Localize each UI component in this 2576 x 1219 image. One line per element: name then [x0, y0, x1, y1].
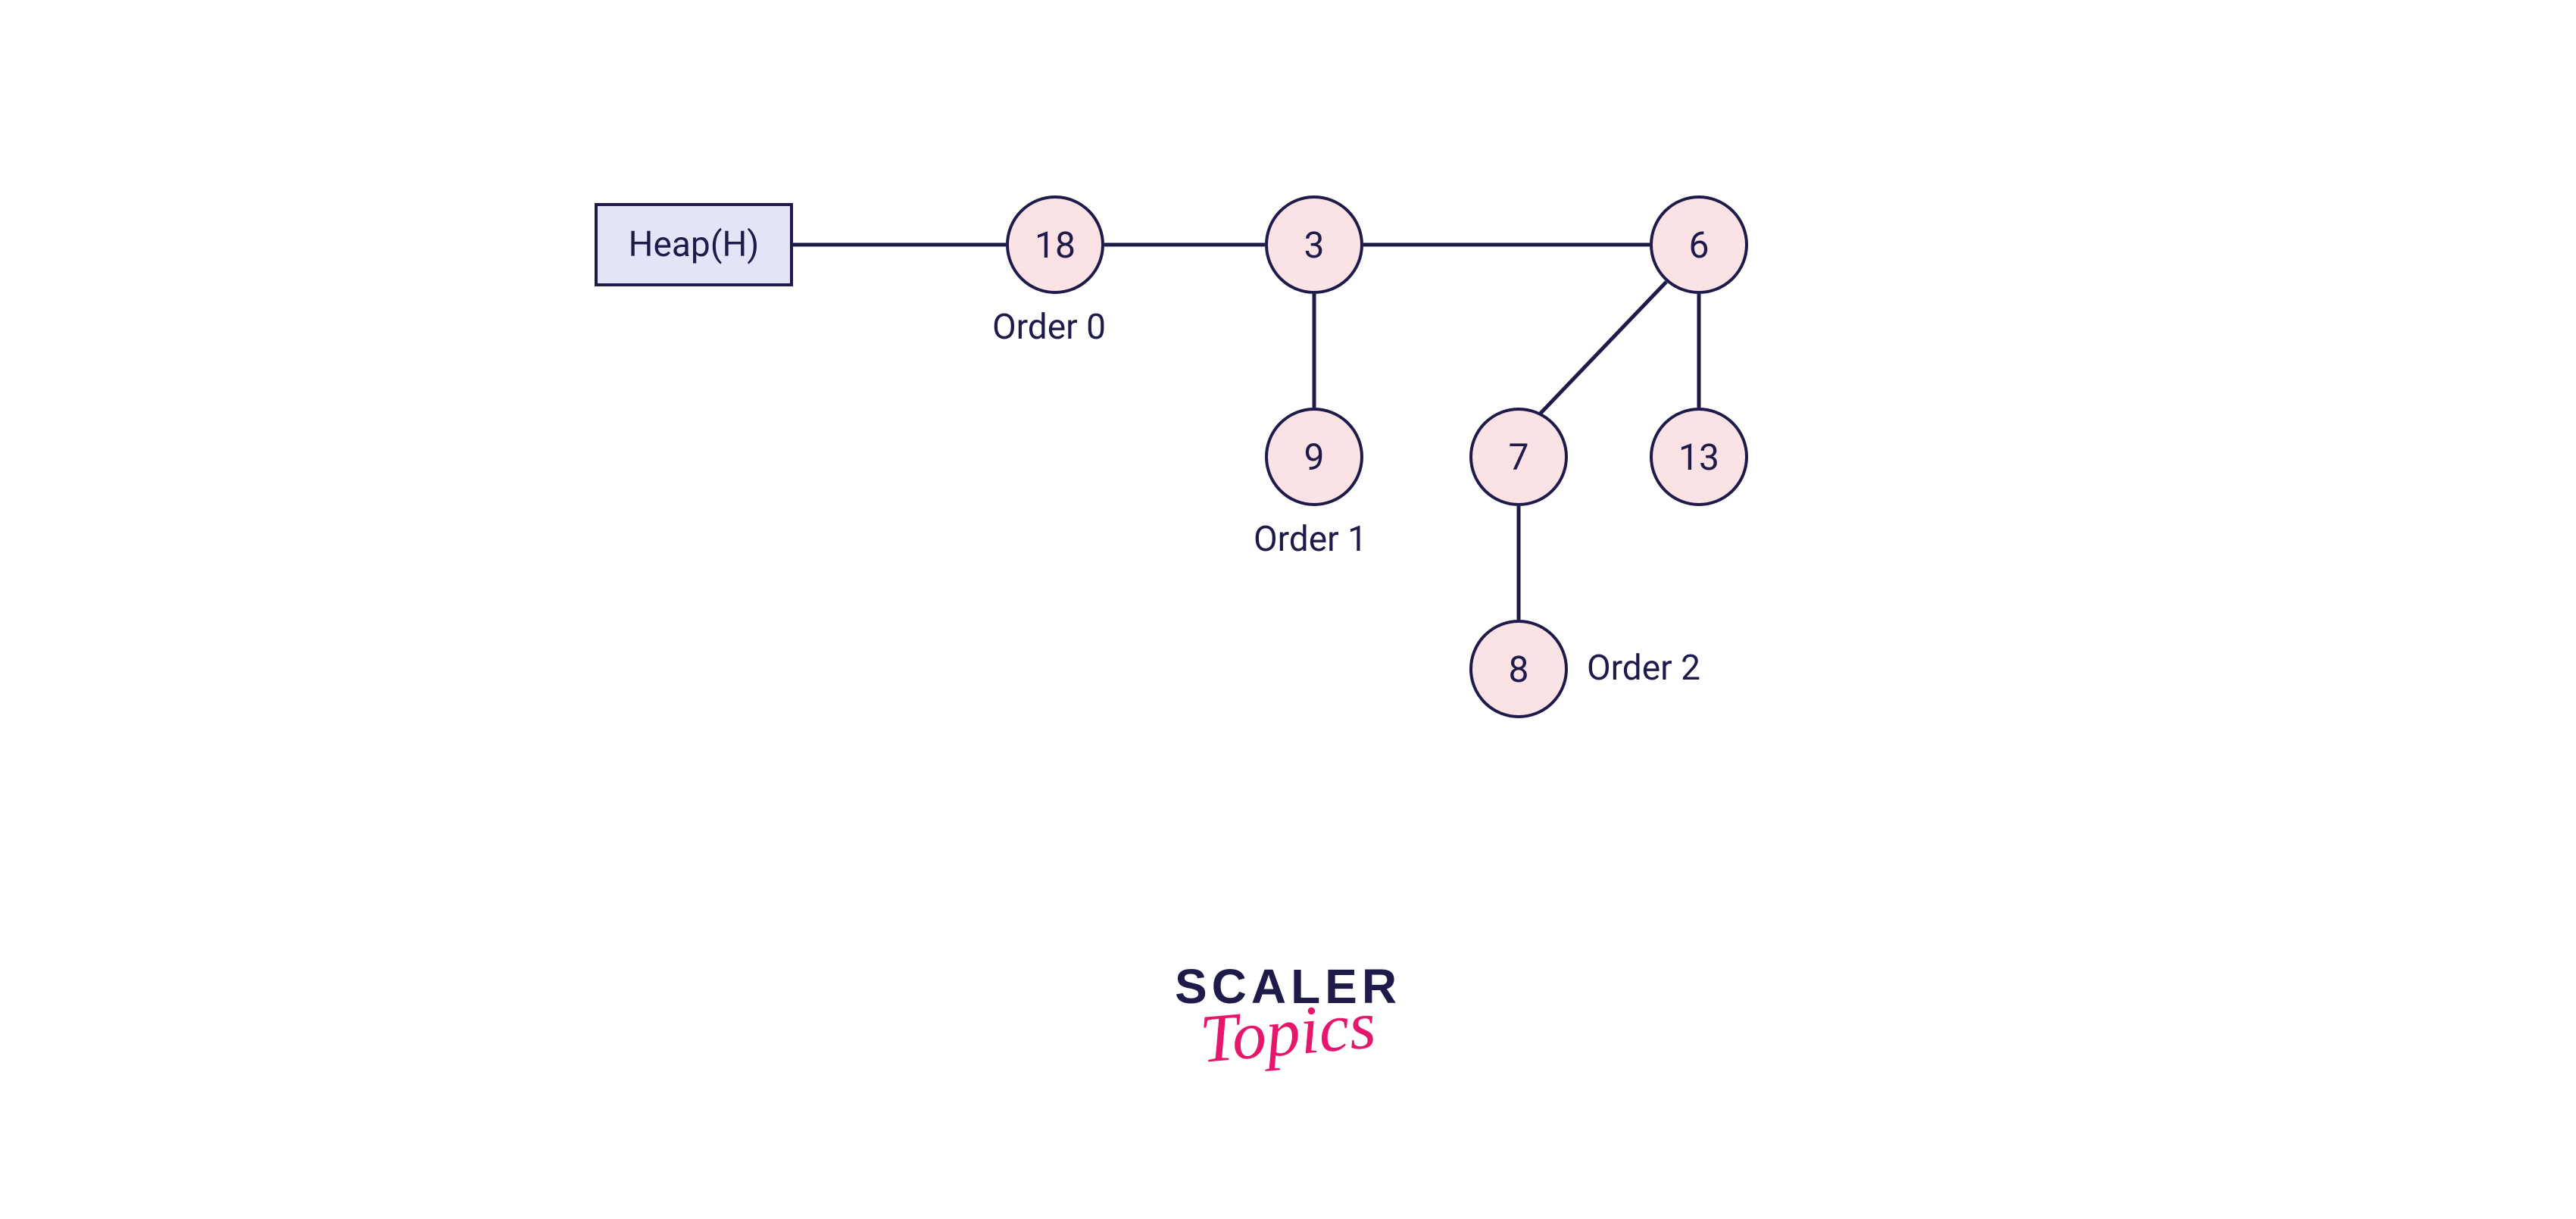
- node-9: 9: [1265, 408, 1363, 506]
- node-value: 7: [1509, 436, 1529, 479]
- node-8: 8: [1469, 620, 1568, 718]
- node-18: 18: [1006, 195, 1104, 294]
- heap-pointer-box: Heap(H): [595, 203, 793, 286]
- diagram-stage: Heap(H) 18 3 6 9 7 13 8 Order 0 Order 1 …: [0, 0, 2576, 1219]
- node-value: 3: [1304, 223, 1325, 267]
- heap-label: Heap(H): [629, 224, 760, 265]
- node-7: 7: [1469, 408, 1568, 506]
- node-13: 13: [1650, 408, 1748, 506]
- node-6: 6: [1650, 195, 1748, 294]
- node-3: 3: [1265, 195, 1363, 294]
- node-value: 9: [1304, 436, 1325, 479]
- order-0-label: Order 0: [992, 307, 1106, 348]
- edge-6-to-7: [1530, 282, 1666, 424]
- node-value: 6: [1689, 223, 1710, 267]
- order-1-label: Order 1: [1254, 519, 1367, 560]
- node-value: 13: [1678, 436, 1719, 479]
- order-2-label: Order 2: [1587, 648, 1700, 689]
- node-value: 8: [1509, 648, 1529, 691]
- node-value: 18: [1035, 223, 1076, 267]
- brand-topics: Topics: [1197, 991, 1379, 1074]
- brand-logo: SCALER Topics: [1175, 962, 1401, 1067]
